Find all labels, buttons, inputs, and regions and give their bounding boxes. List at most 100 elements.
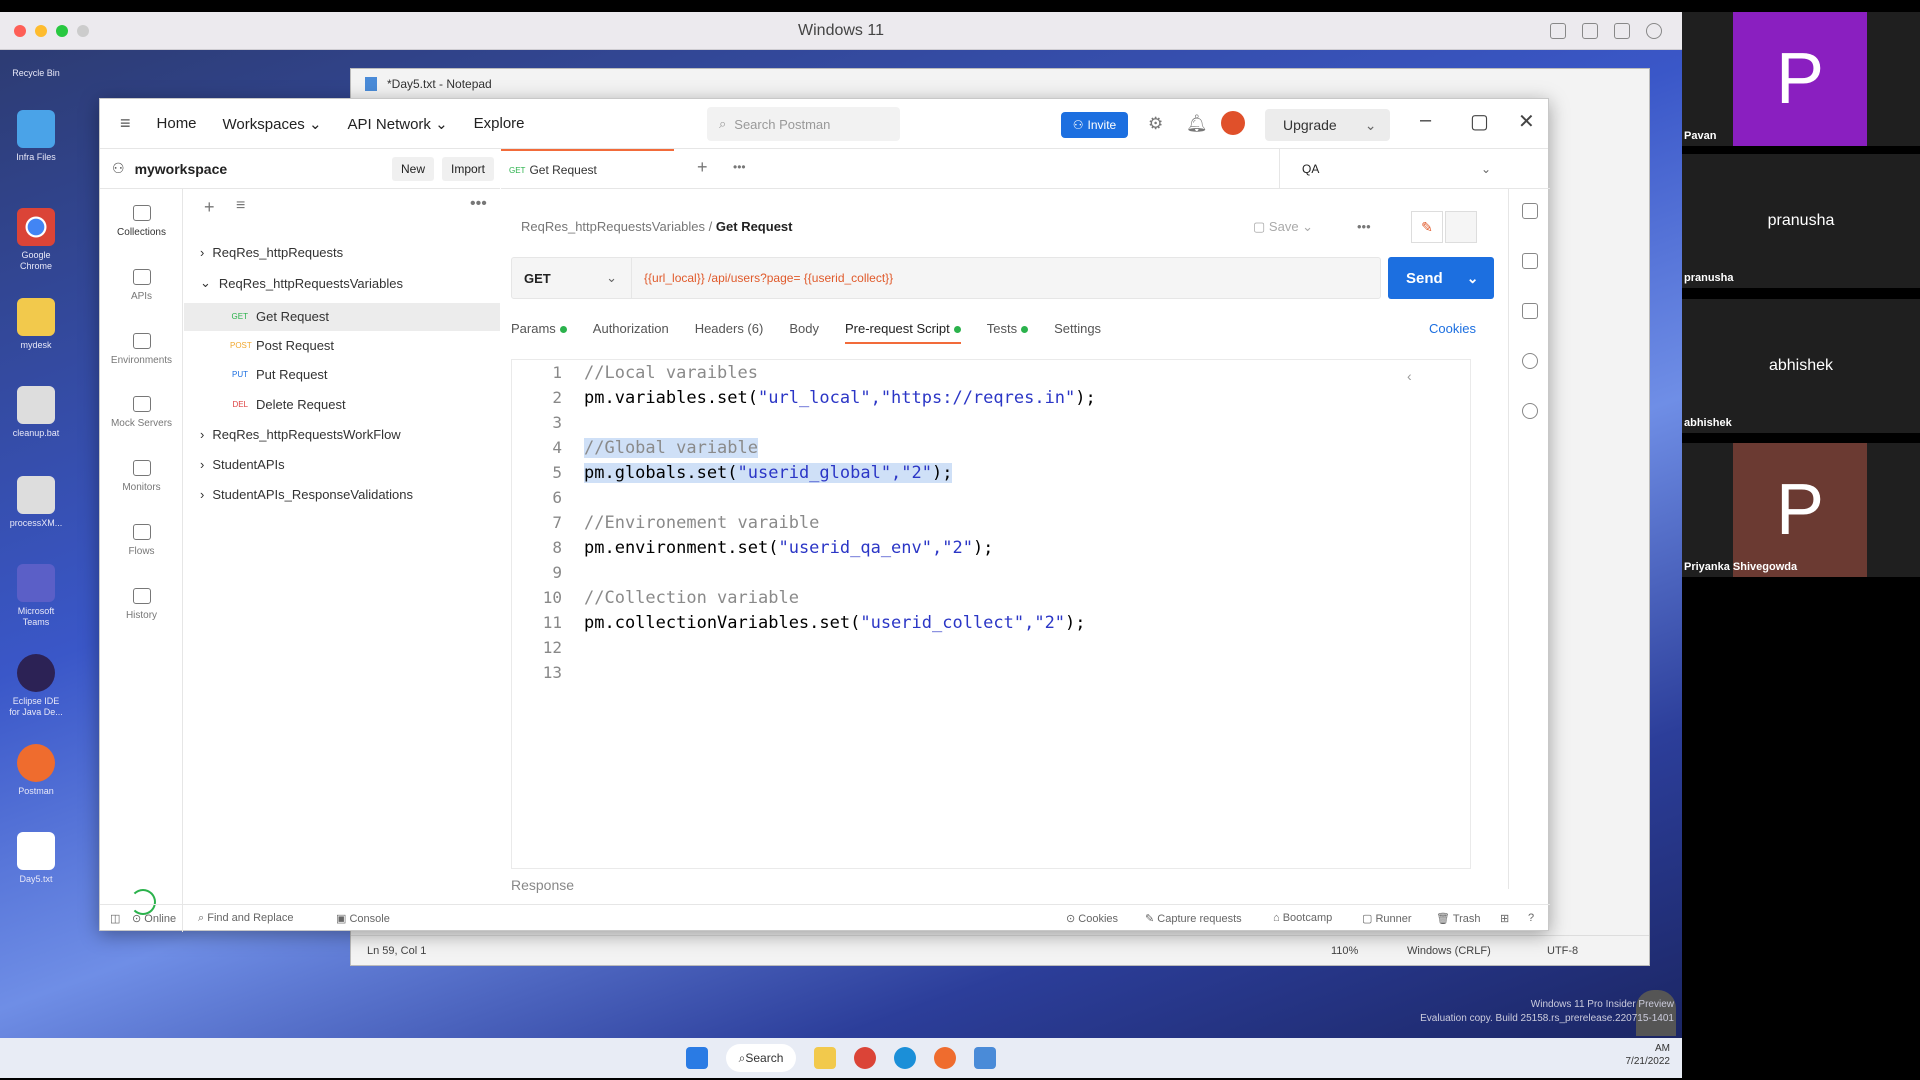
desktop-icon-day5[interactable]: Day5.txt [8,832,64,885]
save-button[interactable]: ▢ Save ⌄ [1253,219,1313,235]
code-icon[interactable] [1521,303,1538,319]
console[interactable]: ▣ Console [336,912,390,925]
runner[interactable]: ▢ Runner [1362,912,1412,925]
desktop-icon-cleanup[interactable]: cleanup.bat [8,386,64,439]
footer-cookies[interactable]: ⊙ Cookies [1066,912,1118,925]
online-status[interactable]: ⊙ Online [132,912,176,925]
trash[interactable]: 🗑︎ Trash [1436,912,1481,925]
gear-icon[interactable] [1646,23,1662,39]
tab-headers[interactable]: Headers (6) [695,321,764,344]
menu-icon[interactable]: ≡ [120,113,131,134]
new-tab-icon[interactable]: + [697,157,708,178]
minimize-light[interactable] [35,25,47,37]
settings-icon[interactable] [1582,23,1598,39]
battery-icon[interactable] [1614,23,1630,39]
find-replace[interactable]: ⌕ Find and Replace [198,912,293,925]
maximize-icon[interactable]: ▢ [1470,109,1489,134]
zoom-light[interactable] [56,25,68,37]
keyboard-icon[interactable] [1550,23,1566,39]
bell-icon[interactable]: 🔔︎ [1186,114,1208,134]
notepad-icon[interactable] [974,1047,996,1069]
nav-home[interactable]: Home [157,115,197,132]
file-explorer-icon[interactable] [814,1047,836,1069]
desktop-icon-mydesk[interactable]: mydesk [8,298,64,351]
comments-icon[interactable] [1521,253,1538,269]
upgrade-button[interactable]: Upgrade ⌄ [1265,109,1390,141]
import-button[interactable]: Import [442,157,495,181]
lightbulb-icon[interactable] [1521,403,1538,419]
more-icon[interactable]: ••• [1357,219,1371,234]
tab-params[interactable]: Params [511,321,567,344]
rail-apis[interactable]: APIs [100,269,183,302]
tree-collection[interactable]: ⌄ ReqRes_httpRequestsVariables [200,275,403,291]
script-editor[interactable]: 1//Local varaibles 2 pm.variables.set("ur… [511,359,1471,869]
filter-icon[interactable]: ≡ [236,197,245,215]
tree-request[interactable]: GET Get Request [230,309,329,324]
collapse-icon[interactable]: ‹ [1407,368,1412,384]
cookies-link[interactable]: Cookies [1429,321,1476,336]
desktop-icon-teams[interactable]: Microsoft Teams [8,564,64,628]
tree-collection[interactable]: › StudentAPIs [200,457,285,472]
capture-requests[interactable]: ✎ Capture requests [1145,912,1242,925]
rail-history[interactable]: History [100,588,183,621]
desktop-icon-chrome[interactable]: Google Chrome [8,208,64,272]
url-input[interactable]: {{url_local}} /api/users?page= {{userid_… [632,271,893,285]
tree-request[interactable]: PUT Put Request [230,367,328,382]
nav-workspaces[interactable]: Workspaces ⌄ [223,115,322,133]
nav-api-network[interactable]: API Network ⌄ [348,115,448,133]
sidebar-toggle-icon[interactable]: ◫ [110,912,120,925]
rail-flows[interactable]: Flows [100,524,183,557]
tree-request[interactable]: DEL Delete Request [230,397,345,412]
tab-settings[interactable]: Settings [1054,321,1101,344]
new-button[interactable]: New [392,157,435,181]
tab-tests[interactable]: Tests [987,321,1029,344]
tab-body[interactable]: Body [789,321,819,344]
info-icon[interactable] [1521,353,1538,369]
desktop-icon-process[interactable]: processXM... [8,476,64,529]
desktop-icon-postman[interactable]: Postman [8,744,64,797]
rail-collections[interactable]: Collections [100,205,183,238]
method-select[interactable]: GET ⌄ [512,258,632,298]
tab-authorization[interactable]: Authorization [593,321,669,344]
more-icon[interactable]: ••• [470,195,487,213]
environment-select[interactable]: QA ⌄ [1279,149,1509,189]
avatar[interactable] [1221,111,1245,135]
taskbar-search[interactable]: ⌕ Search [726,1044,796,1072]
tab-get-request[interactable]: GET Get Request [501,149,674,189]
tree-collection[interactable]: › ReqRes_httpRequests [200,245,343,260]
tree-collection[interactable]: › ReqRes_httpRequestsWorkFlow [200,427,401,442]
edge-icon[interactable] [894,1047,916,1069]
help-icon[interactable]: ? [1528,912,1534,924]
minimize-icon[interactable]: – [1420,109,1431,132]
desktop-icon-recycle-bin[interactable]: Recycle Bin [8,64,64,79]
tree-request[interactable]: POST Post Request [230,338,334,353]
rail-environments[interactable]: Environments [100,333,183,366]
tree-collection[interactable]: › StudentAPIs_ResponseValidations [200,487,413,502]
desktop-icon-eclipse[interactable]: Eclipse IDE for Java De... [8,654,64,718]
edit-icon[interactable]: ✎ [1411,211,1443,243]
tab-prerequest-script[interactable]: Pre-request Script [844,321,961,344]
rail-mock-servers[interactable]: Mock Servers [100,396,183,429]
settings-icon[interactable]: ⚙ [1148,114,1163,134]
close-icon[interactable]: ✕ [1518,109,1535,134]
comment-icon[interactable] [1445,211,1477,243]
bootcamp[interactable]: ⌂ Bootcamp [1273,912,1332,924]
close-light[interactable] [14,25,26,37]
postman-icon[interactable] [934,1047,956,1069]
rail-monitors[interactable]: Monitors [100,460,183,493]
layout-icon[interactable]: ⊞ [1500,912,1509,925]
desktop-icon-infra[interactable]: Infra Files [8,110,64,163]
chevron-down-icon[interactable]: ⌄ [1365,117,1377,134]
more-icon[interactable]: ••• [733,160,746,174]
response-panel[interactable]: Response [511,877,574,893]
send-button[interactable]: Send ⌄ [1388,257,1494,299]
invite-button[interactable]: ⚇ Invite [1061,112,1128,138]
nav-explore[interactable]: Explore [474,115,525,132]
chrome-icon[interactable] [854,1047,876,1069]
documentation-icon[interactable] [1521,203,1538,219]
add-icon[interactable]: + [204,197,215,218]
start-icon[interactable] [686,1047,708,1069]
system-tray[interactable]: AM 7/21/2022 [1626,1042,1671,1068]
search-input[interactable]: ⌕ Search Postman [707,107,900,141]
chevron-down-icon[interactable]: ⌄ [1467,270,1479,287]
